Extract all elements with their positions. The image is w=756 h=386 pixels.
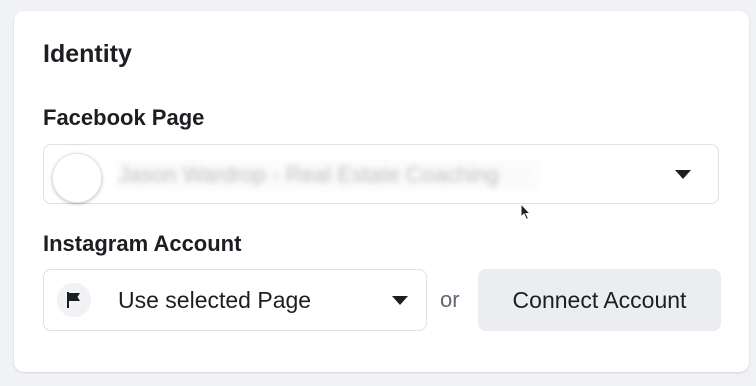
facebook-page-select[interactable]: Jason Wardrop - Real Estate Coaching: [43, 144, 719, 204]
facebook-page-label: Facebook Page: [43, 105, 205, 130]
or-separator: or: [440, 287, 460, 312]
instagram-select-value: Use selected Page: [118, 287, 312, 313]
connect-account-button[interactable]: Connect Account: [478, 269, 721, 331]
chevron-down-icon: [392, 296, 408, 305]
instagram-account-label: Instagram Account: [43, 231, 242, 256]
flag-icon: [57, 283, 91, 317]
chevron-down-icon: [675, 170, 691, 179]
section-title: Identity: [43, 40, 132, 68]
page-avatar: [52, 153, 102, 203]
page-name: Jason Wardrop - Real Estate Coaching: [118, 160, 538, 190]
instagram-account-select[interactable]: Use selected Page: [43, 269, 427, 331]
mouse-cursor-icon: [520, 202, 532, 226]
identity-card: Identity Facebook Page Jason Wardrop - R…: [14, 11, 749, 372]
